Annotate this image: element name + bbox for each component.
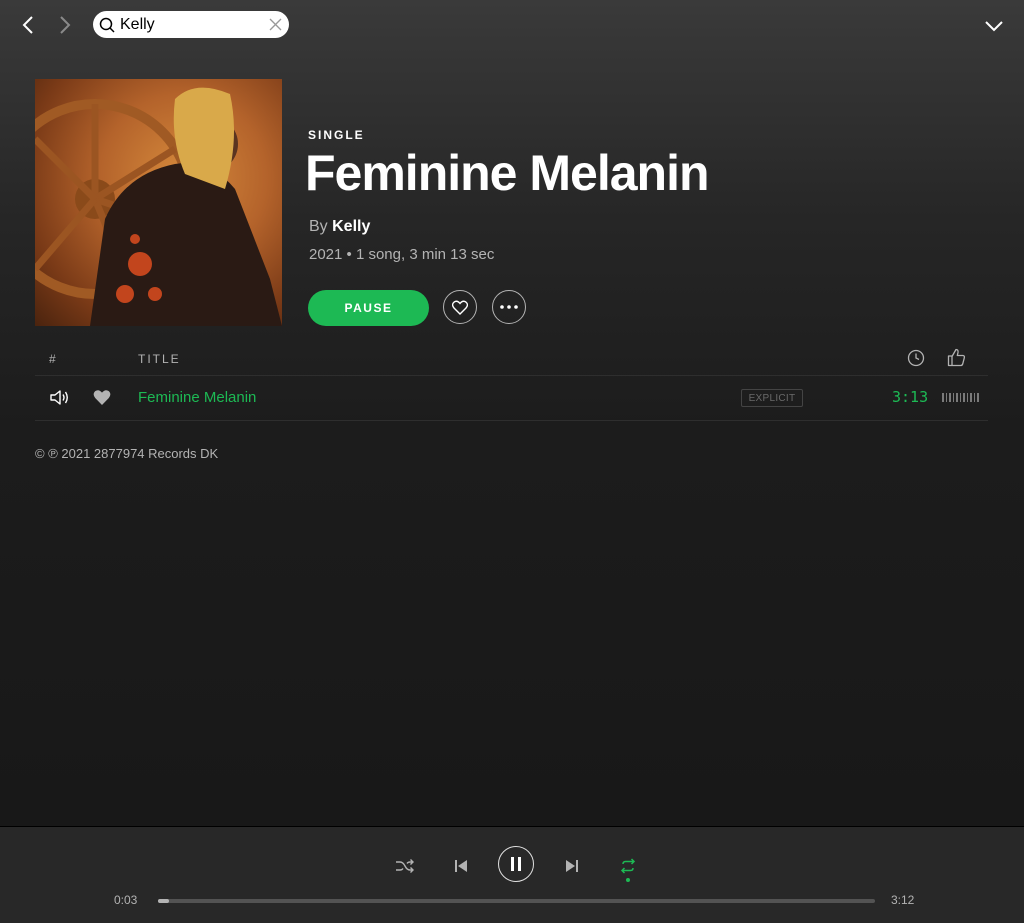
previous-icon (455, 860, 467, 872)
back-icon (22, 16, 33, 34)
search-icon (99, 17, 115, 33)
popularity-bar (966, 393, 968, 402)
popularity-bar (956, 393, 958, 402)
popularity-bar (942, 393, 944, 402)
popularity-bar (963, 393, 965, 402)
save-album-button[interactable] (443, 290, 477, 324)
track-duration: 3:13 (892, 388, 929, 406)
column-header-title[interactable]: TITLE (138, 352, 181, 366)
table-row[interactable]: Feminine Melanin EXPLICIT 3:13 (35, 376, 988, 420)
popularity-bar (952, 393, 954, 402)
clock-icon[interactable] (907, 349, 925, 367)
page-title: Feminine Melanin (305, 145, 710, 201)
divider (35, 420, 988, 421)
search-box[interactable] (93, 11, 289, 38)
heart-outline-icon (452, 300, 468, 315)
progress-fill (158, 899, 170, 903)
forward-icon (60, 16, 71, 34)
clear-icon[interactable] (269, 18, 282, 31)
pause-icon (511, 857, 521, 871)
copyright-text: © ℗ 2021 2877974 Records DK (35, 446, 219, 461)
player-bar: 0:03 3:12 (0, 826, 1024, 923)
more-icon (500, 305, 518, 309)
popularity-meter (942, 393, 979, 402)
album-type-label: SINGLE (308, 128, 365, 142)
total-time: 3:12 (891, 893, 915, 907)
track-title[interactable]: Feminine Melanin (138, 389, 256, 406)
repeat-button[interactable] (618, 856, 638, 876)
heart-filled-icon[interactable] (93, 389, 111, 406)
artist-byline: By Kelly (309, 218, 370, 236)
search-input[interactable] (120, 14, 260, 35)
shuffle-button[interactable] (395, 856, 415, 876)
repeat-icon (620, 858, 636, 874)
artist-link[interactable]: Kelly (332, 218, 370, 235)
album-cover (35, 79, 282, 326)
byline-prefix: By (309, 218, 328, 235)
next-icon (566, 860, 578, 872)
pause-button[interactable]: PAUSE (308, 290, 429, 326)
more-options-button[interactable] (492, 290, 526, 324)
main-view: SINGLE Feminine Melanin By Kelly 2021 • … (0, 0, 1024, 826)
repeat-active-indicator (626, 878, 630, 882)
popularity-bar (959, 393, 961, 402)
column-header-number: # (49, 352, 58, 366)
popularity-bar (970, 393, 972, 402)
forward-button[interactable] (53, 13, 77, 37)
popularity-bar (949, 393, 951, 402)
popularity-bar (945, 393, 947, 402)
speaker-icon (50, 390, 68, 405)
chevron-down-icon[interactable] (982, 14, 1006, 38)
progress-bar[interactable] (158, 899, 875, 903)
previous-button[interactable] (451, 856, 471, 876)
shuffle-icon (396, 859, 414, 873)
back-button[interactable] (16, 13, 40, 37)
popularity-bar (973, 393, 975, 402)
album-meta: 2021 • 1 song, 3 min 13 sec (309, 246, 495, 263)
explicit-badge: EXPLICIT (741, 389, 803, 407)
popularity-bar (977, 393, 979, 402)
elapsed-time: 0:03 (114, 893, 138, 907)
next-button[interactable] (562, 856, 582, 876)
play-pause-button[interactable] (498, 846, 534, 882)
thumbs-up-icon[interactable] (947, 348, 966, 367)
